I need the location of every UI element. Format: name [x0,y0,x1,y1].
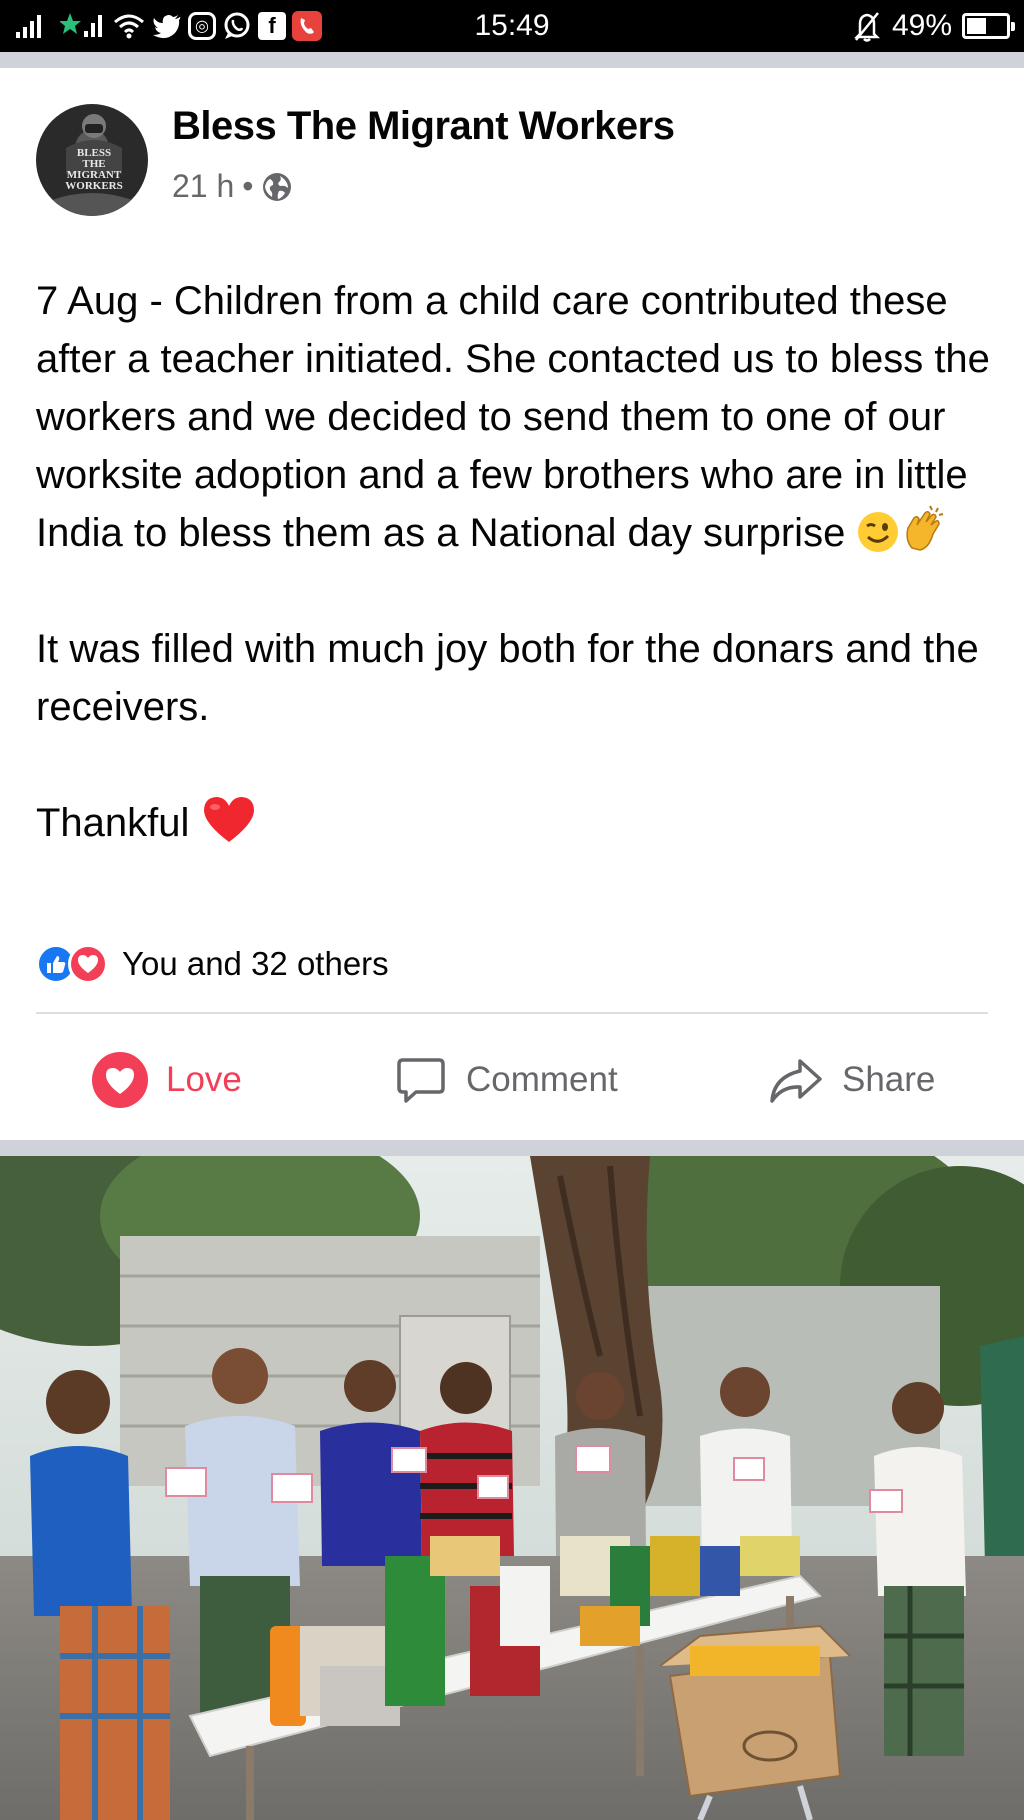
post-paragraph-text: 7 Aug - Children from a child care contr… [36,279,990,555]
avatar[interactable]: BLESS THE MIGRANT WORKERS [36,104,148,216]
wink-emoji-icon [858,512,899,552]
love-button-label: Love [166,1060,242,1099]
comment-button-label: Comment [466,1060,618,1099]
post-paragraph: 7 Aug - Children from a child care contr… [36,272,996,562]
post-paragraph: Thankful [36,794,996,852]
red-heart-emoji-icon [203,797,254,842]
post-text: 7 Aug - Children from a child care contr… [36,272,996,852]
status-bar: ◎ f 15:49 49% [0,0,1024,52]
love-icon [92,1052,148,1108]
reaction-summary[interactable]: You and 32 others [36,944,389,984]
post-paragraph: It was filled with much joy both for the… [36,627,979,729]
comment-button[interactable]: Comment [394,1040,618,1120]
battery-percent: 49% [891,9,952,42]
post-time[interactable]: 21 h [172,168,234,205]
section-separator [0,1140,1024,1156]
love-reaction-icon [68,944,108,984]
status-icons-right: 49% [852,8,1015,44]
share-button[interactable]: Share [768,1040,935,1120]
divider [36,1012,988,1014]
comment-icon [397,1058,445,1103]
bell-muted-icon [853,12,880,42]
share-icon [770,1059,822,1103]
share-button-label: Share [842,1060,936,1099]
post-paragraph-text: Thankful [36,801,190,845]
globe-icon [263,172,292,201]
post-photo[interactable] [0,1156,1024,1820]
section-separator [0,52,1024,68]
meta-separator: • [242,168,254,204]
avatar-logo-text: BLESS THE MIGRANT WORKERS [65,147,123,192]
reaction-count-text[interactable]: You and 32 others [122,945,389,983]
post-meta: 21 h • [172,168,293,205]
battery-icon [962,13,1015,39]
page-name[interactable]: Bless The Migrant Workers [172,104,675,149]
clapping-hands-emoji-icon [906,505,944,551]
post-action-bar: Love Comment Share [0,1040,1024,1120]
love-button[interactable]: Love [92,1040,242,1120]
